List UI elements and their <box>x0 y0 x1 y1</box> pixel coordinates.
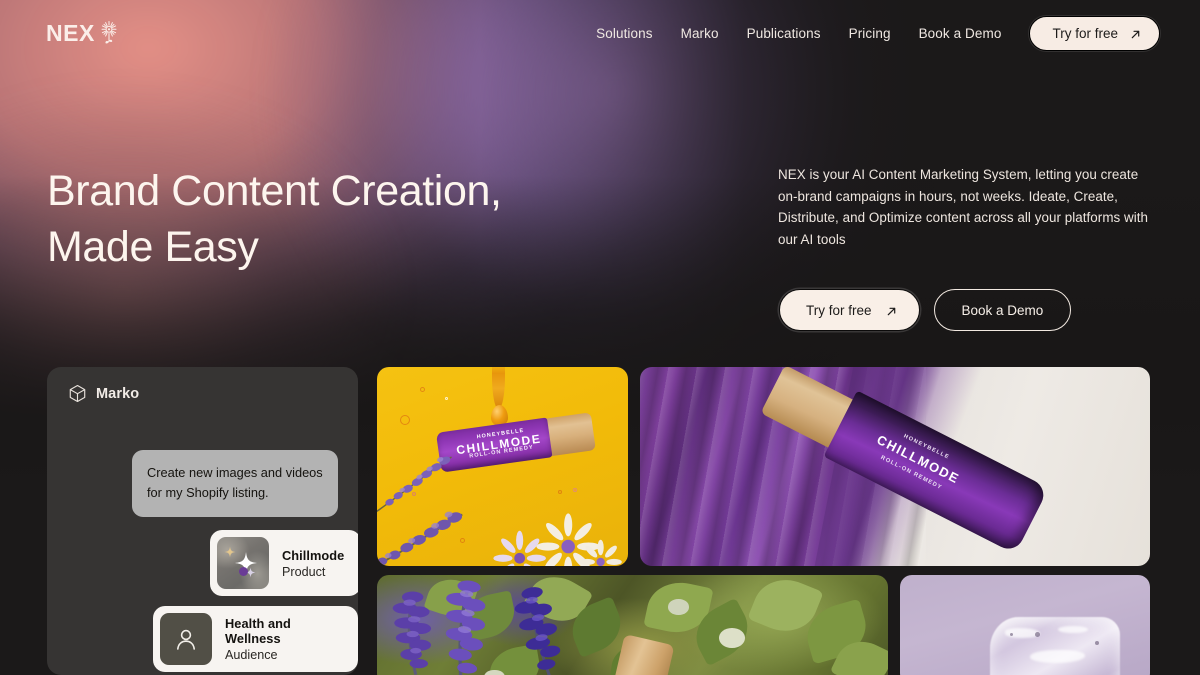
chip-audience-texts: Health and Wellness Audience <box>225 616 341 662</box>
chip-audience-health-and-wellness[interactable]: Health and Wellness Audience <box>153 606 358 672</box>
sparkle-small-icon <box>224 545 236 563</box>
user-message-bubble: Create new images and videos for my Shop… <box>132 450 338 517</box>
landing-page: NEX Solutions Marko Publications Pricing… <box>0 0 1200 675</box>
pale-petal <box>719 627 745 648</box>
bubble-dot-icon <box>399 414 410 425</box>
nav-item-publications[interactable]: Publications <box>733 20 835 47</box>
lavender-spike <box>428 575 505 675</box>
ice-cube-shape <box>990 616 1120 675</box>
chip-product-texts: Chillmode Product <box>282 548 344 579</box>
ice-facet <box>1057 625 1088 634</box>
nav-item-marko[interactable]: Marko <box>667 20 733 47</box>
hero-primary-cta-label: Try for free <box>806 302 872 318</box>
chip-product-subtitle: Product <box>282 564 326 579</box>
gallery-image-chillmode-yellow-hero[interactable]: HONEYBELLE CHILLMODE ROLL-ON REMEDY <box>377 367 628 566</box>
hero-secondary-cta-label: Book a Demo <box>961 302 1044 318</box>
person-icon <box>173 626 199 652</box>
nav-item-pricing[interactable]: Pricing <box>835 20 905 47</box>
nav-item-book-a-demo[interactable]: Book a Demo <box>905 20 1016 47</box>
hero-right-column: NEX is your AI Content Marketing System,… <box>778 164 1150 331</box>
bamboo-cap <box>544 411 596 457</box>
logo-text: NEX <box>46 19 95 46</box>
daisy-flower <box>568 534 628 566</box>
gallery-image-foliage-lavender[interactable] <box>377 575 888 675</box>
chip-audience-subtitle: Audience <box>225 648 278 662</box>
audience-thumbnail <box>160 613 212 665</box>
ice-bubble <box>1095 641 1099 645</box>
bubble-dot-icon <box>419 386 425 392</box>
cube-icon <box>68 384 87 403</box>
bubble-dot-icon <box>444 396 448 400</box>
chip-product-chillmode[interactable]: Chillmode Product <box>210 530 358 596</box>
brand-logo[interactable]: NEX <box>46 20 120 46</box>
gallery-image-chillmode-satin[interactable]: HONEYBELLE CHILLMODE ROLL-ON REMEDY <box>640 367 1150 566</box>
hero-cta-group: Try for free Book a Demo <box>778 289 1150 331</box>
nav-item-solutions[interactable]: Solutions <box>582 20 666 47</box>
main-navigation: Solutions Marko Publications Pricing Boo… <box>582 15 1160 51</box>
arrow-up-right-icon <box>886 305 897 316</box>
arrow-up-right-icon <box>1130 28 1141 39</box>
pale-petal <box>668 599 689 615</box>
bottle-product-label: CHILLMODE <box>874 432 963 487</box>
chip-product-title: Chillmode <box>282 547 345 563</box>
marko-assistant-panel: Marko Create new images and videos for m… <box>47 367 358 675</box>
gallery-image-ice-lavender[interactable] <box>900 575 1150 675</box>
header-cta-label: Try for free <box>1052 25 1118 41</box>
page-title: Brand Content Creation, Made Easy <box>47 167 502 271</box>
marko-panel-header: Marko <box>47 367 358 403</box>
chip-audience-title: Health and Wellness <box>225 616 291 646</box>
daisy-flower <box>482 526 557 566</box>
header-try-for-free-button[interactable]: Try for free <box>1029 15 1160 51</box>
marko-panel-title: Marko <box>96 385 140 402</box>
site-header: NEX Solutions Marko Publications Pricing… <box>0 0 1200 66</box>
purple-dot-icon <box>239 567 248 576</box>
flower-starburst-icon <box>98 20 120 46</box>
hero-try-for-free-button[interactable]: Try for free <box>779 289 920 331</box>
hero-description: NEX is your AI Content Marketing System,… <box>778 167 1149 247</box>
hero-book-a-demo-button[interactable]: Book a Demo <box>933 289 1072 331</box>
chillmode-thumbnail <box>217 537 269 589</box>
